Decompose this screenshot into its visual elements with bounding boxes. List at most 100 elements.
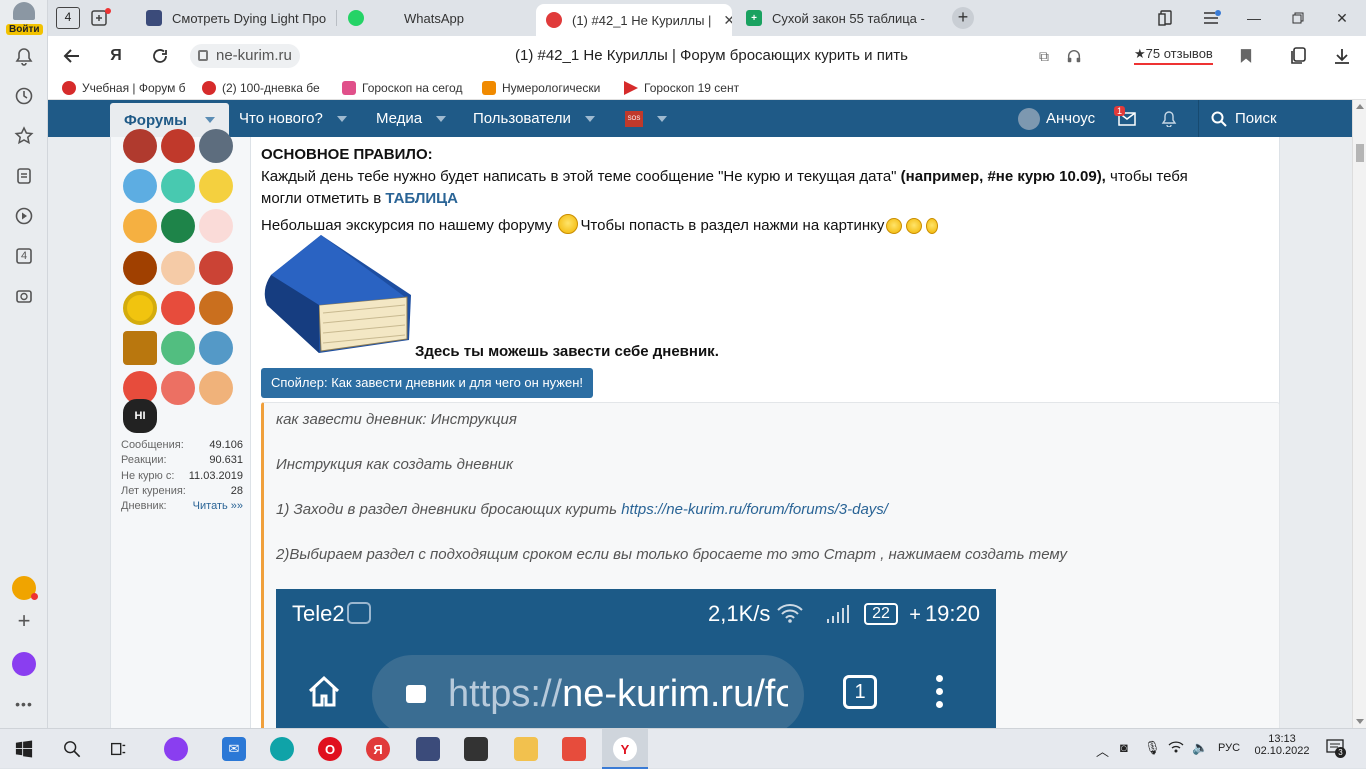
edge-icon[interactable] [270, 737, 294, 761]
nav-whats-new[interactable]: Что нового? [239, 100, 347, 137]
chevron-down-icon[interactable] [436, 115, 447, 122]
search-icon[interactable] [60, 737, 84, 761]
spoiler-button[interactable]: Спойлер: Как завести дневник и для чего … [261, 368, 593, 398]
award-icon[interactable] [123, 209, 157, 243]
yandex-icon[interactable]: Я [366, 737, 390, 761]
reviews-badge[interactable]: ★75 отзывов [1134, 46, 1213, 65]
chevron-down-icon[interactable] [584, 115, 595, 122]
task-view-icon[interactable] [106, 737, 130, 761]
language-indicator[interactable]: РУС [1218, 742, 1240, 754]
alice-taskbar-icon[interactable] [164, 737, 188, 761]
award-icon[interactable] [199, 251, 233, 285]
award-icon[interactable] [199, 291, 233, 325]
microphone-icon[interactable]: 🎙 [1144, 740, 1161, 756]
award-icon[interactable] [123, 251, 157, 285]
alerts-button[interactable] [1161, 100, 1177, 137]
tab-forum-active[interactable]: (1) #42_1 Не Куриллы | ✕ [536, 4, 732, 36]
award-icon[interactable] [161, 331, 195, 365]
alice-icon[interactable] [12, 652, 36, 676]
award-icon[interactable] [161, 371, 195, 405]
table-link[interactable]: ТАБЛИЦА [385, 190, 458, 207]
notifications-icon[interactable]: 3 [1326, 739, 1346, 758]
user-menu[interactable]: Анчоус [1018, 100, 1095, 137]
webcam-icon[interactable]: ◙ [1120, 740, 1128, 755]
award-icon[interactable] [161, 129, 195, 163]
login-button[interactable]: Войти [6, 2, 43, 36]
yandex-logo-icon[interactable]: Я [104, 44, 128, 68]
award-icon[interactable] [199, 129, 233, 163]
star-icon[interactable] [12, 124, 36, 148]
windows-start-icon[interactable] [12, 737, 36, 761]
translate-icon[interactable]: ⧉ [1032, 44, 1056, 68]
opera-icon[interactable]: O [318, 737, 342, 761]
tab-dying-light[interactable]: Смотреть Dying Light Про [136, 4, 334, 32]
url-field[interactable]: ne-kurim.ru [190, 44, 300, 68]
menu-icon[interactable] [1198, 6, 1226, 30]
yandex-browser-icon[interactable]: Y [613, 737, 637, 761]
game-launcher-icon[interactable] [416, 737, 440, 761]
bookmark-item[interactable]: Учебная | Форум б [62, 80, 188, 96]
chevron-down-icon[interactable] [204, 117, 215, 123]
award-icon[interactable] [161, 209, 195, 243]
screenshot-icon[interactable] [12, 284, 36, 308]
bookmark-item[interactable]: Гороскоп 19 сент [624, 80, 750, 96]
play-icon[interactable] [12, 204, 36, 228]
collections-toolbar-icon[interactable] [1286, 44, 1310, 68]
award-icon[interactable] [199, 169, 233, 203]
volume-icon[interactable]: 🔈 [1192, 740, 1208, 756]
diary-book-image[interactable] [261, 235, 413, 353]
tabs-counter-icon[interactable]: 4 [12, 244, 36, 268]
bookmark-item[interactable]: (2) 100-дневка бе [202, 80, 328, 96]
add-panel-icon[interactable]: + [12, 608, 36, 633]
collections-icon[interactable] [12, 576, 38, 600]
bookmark-item[interactable]: Гороскоп на сегод [342, 80, 468, 96]
nav-sos[interactable]: SOS [625, 100, 667, 137]
bookmark-icon[interactable] [1234, 44, 1258, 68]
award-icon[interactable] [123, 129, 157, 163]
download-icon[interactable] [1330, 44, 1354, 68]
restore-icon[interactable] [1284, 6, 1312, 30]
award-icon[interactable] [199, 331, 233, 365]
new-tab-group-icon[interactable] [90, 7, 112, 29]
tray-chevron-icon[interactable]: ︿ [1096, 741, 1109, 760]
file-explorer-icon[interactable] [514, 737, 538, 761]
diaries-forum-link[interactable]: https://ne-kurim.ru/forum/forums/3-days/ [621, 501, 888, 518]
more-icon[interactable]: ••• [12, 692, 36, 716]
notes-icon[interactable] [12, 164, 36, 188]
award-icon[interactable] [123, 291, 157, 325]
scroll-up-icon[interactable] [1356, 104, 1364, 109]
clock[interactable]: 13:13 02.10.2022 [1254, 733, 1310, 757]
search-button[interactable]: Поиск [1198, 100, 1277, 137]
scrollbar-thumb[interactable] [1356, 144, 1364, 162]
close-tab-icon[interactable]: ✕ [723, 12, 732, 29]
award-icon[interactable] [123, 169, 157, 203]
bell-icon[interactable] [12, 45, 36, 69]
scroll-down-icon[interactable] [1356, 719, 1364, 724]
new-tab-button[interactable]: + [952, 7, 974, 29]
tabs-list-icon[interactable] [1152, 6, 1180, 30]
tab-whatsapp[interactable]: WhatsApp [338, 4, 534, 32]
award-icon[interactable] [161, 291, 195, 325]
tab-sheets[interactable]: + Сухой закон 55 таблица - [736, 4, 932, 32]
world-of-tanks-icon[interactable] [464, 737, 488, 761]
back-icon[interactable] [60, 44, 84, 68]
anydesk-icon[interactable] [562, 737, 586, 761]
messages-button[interactable]: 1 [1114, 100, 1136, 137]
phone-screenshot[interactable]: Tele2 2,1K/s 22 +19:20 https://ne-kurim.… [276, 589, 996, 728]
diary-link[interactable]: Читать »» [193, 500, 243, 515]
reload-icon[interactable] [148, 44, 172, 68]
award-icon[interactable] [199, 209, 233, 243]
award-icon[interactable] [123, 331, 157, 365]
nav-media[interactable]: Медиа [376, 100, 447, 137]
close-window-icon[interactable]: ✕ [1328, 6, 1356, 30]
award-icon[interactable] [161, 169, 195, 203]
chevron-down-icon[interactable] [657, 115, 667, 122]
award-icon[interactable] [199, 371, 233, 405]
award-icon[interactable] [161, 251, 195, 285]
nav-users[interactable]: Пользователи [473, 100, 595, 137]
book-caption[interactable]: Здесь ты можешь завести себе дневник. [415, 343, 719, 360]
page-scrollbar[interactable] [1352, 100, 1366, 728]
network-icon[interactable] [1168, 740, 1184, 757]
minimize-icon[interactable]: — [1240, 6, 1268, 30]
chevron-down-icon[interactable] [336, 115, 347, 122]
